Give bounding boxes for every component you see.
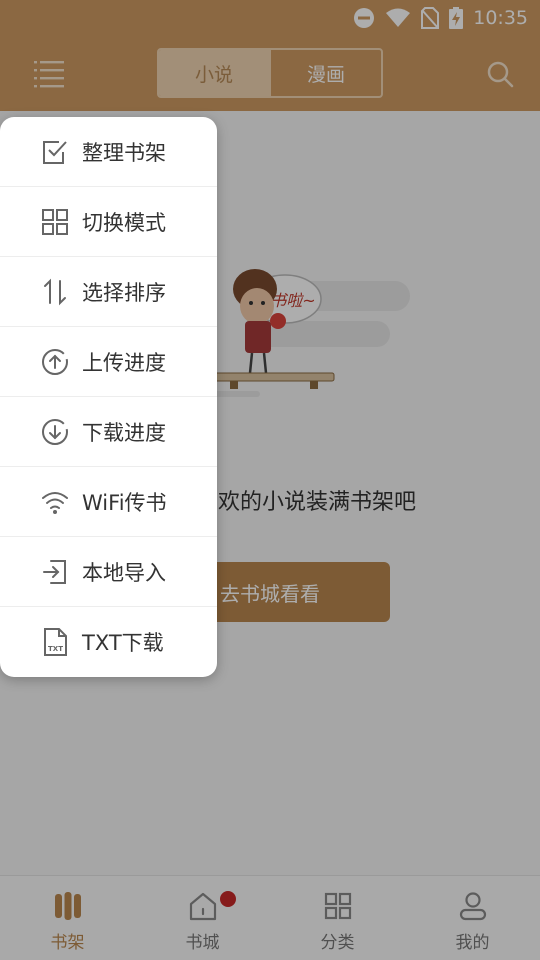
checkbox-icon [40, 137, 70, 167]
grid-icon [40, 207, 70, 237]
menu-item-local-import[interactable]: 本地导入 [0, 537, 217, 607]
menu-item-label: 本地导入 [82, 560, 166, 585]
menu-item-switch-mode[interactable]: 切换模式 [0, 187, 217, 257]
menu-item-label: 选择排序 [82, 280, 166, 305]
menu-item-label: 整理书架 [82, 140, 166, 165]
svg-text:TXT: TXT [48, 645, 63, 653]
wifi-icon [40, 487, 70, 517]
menu-item-organize-shelf[interactable]: 整理书架 [0, 117, 217, 187]
sort-icon [40, 277, 70, 307]
txt-icon: TXT [40, 627, 70, 657]
menu-item-label: 切换模式 [82, 210, 166, 235]
menu-item-txt-download[interactable]: TXT TXT下载 [0, 607, 217, 677]
menu-item-label: TXT下载 [82, 631, 164, 655]
shelf-options-menu: 整理书架 切换模式 选择排序 上传进度 下载进度 WiFi传书 本地导入 TXT… [0, 117, 217, 677]
download-icon [40, 417, 70, 447]
upload-icon [40, 347, 70, 377]
import-icon [40, 557, 70, 587]
menu-item-wifi-transfer[interactable]: WiFi传书 [0, 467, 217, 537]
menu-item-label: WiFi传书 [82, 490, 167, 515]
menu-item-download-progress[interactable]: 下载进度 [0, 397, 217, 467]
menu-item-label: 下载进度 [82, 420, 166, 445]
menu-item-label: 上传进度 [82, 350, 166, 375]
menu-item-sort[interactable]: 选择排序 [0, 257, 217, 327]
menu-item-upload-progress[interactable]: 上传进度 [0, 327, 217, 397]
